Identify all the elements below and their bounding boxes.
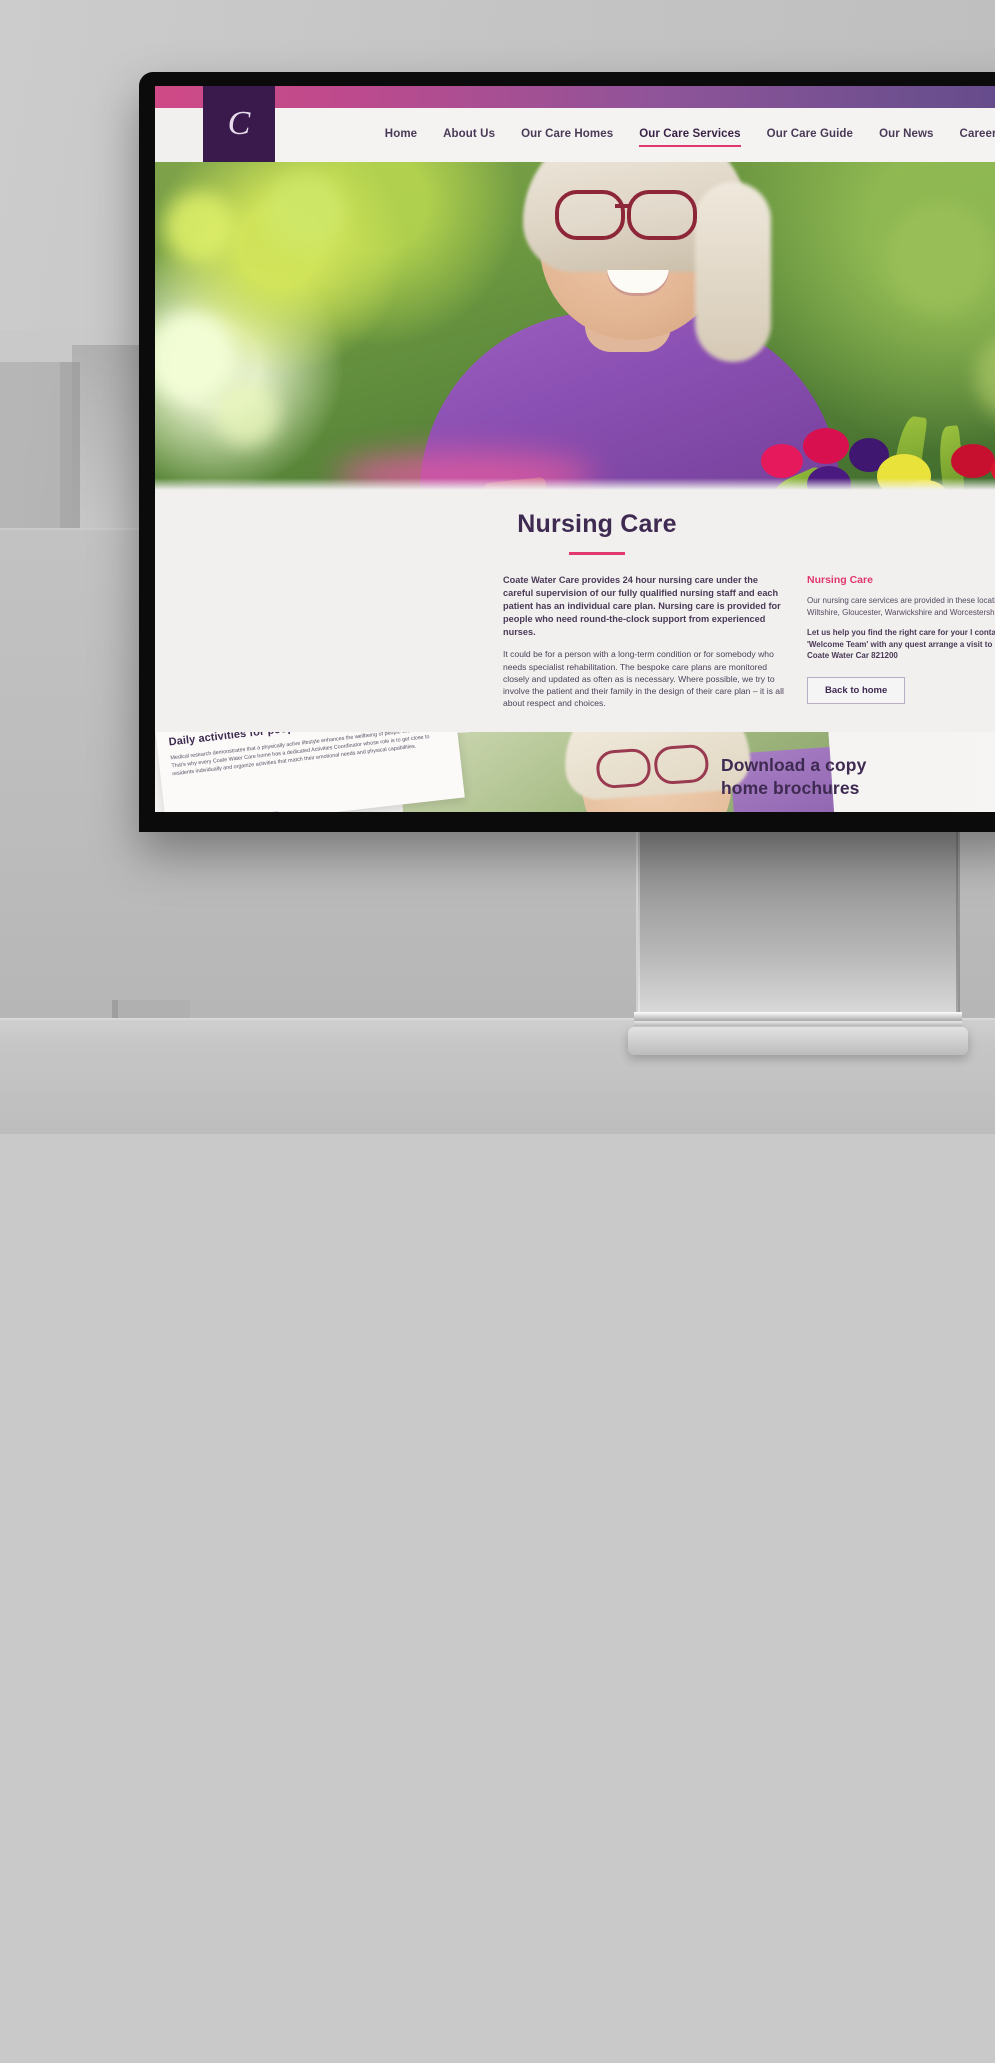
monitor-stand-neck-highlight bbox=[636, 832, 640, 1018]
hero-banner bbox=[155, 162, 995, 490]
brochure-banner[interactable]: H Cre Daily activities for people with d… bbox=[155, 732, 995, 812]
nav-item-about-us[interactable]: About Us bbox=[443, 128, 495, 143]
logo-monogram-icon: C bbox=[227, 105, 251, 142]
intro-paragraph: Coate Water Care provides 24 hour nursin… bbox=[503, 575, 781, 638]
back-to-home-button[interactable]: Back to home bbox=[807, 676, 906, 704]
monitor-stand-base bbox=[628, 1027, 968, 1055]
monitor-screen: C Home About Us Our Care Homes Our Care … bbox=[155, 86, 995, 812]
nav-item-our-care-homes[interactable]: Our Care Homes bbox=[521, 128, 613, 143]
sidebar-help-text: Let us help you find the right care for … bbox=[807, 628, 995, 661]
nav-item-our-care-guide[interactable]: Our Care Guide bbox=[767, 128, 853, 143]
monitor-stand-neck-shadow bbox=[956, 832, 960, 1018]
flower-petal bbox=[761, 444, 803, 478]
glasses-icon bbox=[555, 190, 707, 240]
brand-gradient-bar bbox=[155, 86, 995, 108]
sidebar-panel: Nursing Care Our nursing care services a… bbox=[807, 574, 995, 718]
flower-petal bbox=[951, 444, 995, 478]
brochure-glasses-right-lens bbox=[653, 743, 710, 786]
monitor-stand-neck bbox=[638, 832, 958, 1018]
brochure-cta-line-1: Download a copy bbox=[721, 755, 867, 775]
monitor-stand-lip-lower bbox=[634, 1021, 962, 1026]
bokeh-highlight bbox=[975, 332, 995, 422]
nav-item-our-news[interactable]: Our News bbox=[879, 128, 933, 143]
website-page: C Home About Us Our Care Homes Our Care … bbox=[155, 86, 995, 812]
page-title: Nursing Care bbox=[517, 510, 677, 538]
main-content: Nursing Care Coate Water Care provides 2… bbox=[155, 490, 995, 732]
hero-bottom-fade bbox=[155, 478, 995, 490]
monitor-stand-lip bbox=[634, 1012, 962, 1021]
title-underline-rule bbox=[569, 552, 625, 555]
bokeh-highlight bbox=[155, 312, 235, 402]
content-main-column: Coate Water Care provides 24 hour nursin… bbox=[503, 574, 789, 718]
glasses-left-lens bbox=[555, 190, 625, 240]
nav-item-careers-in-care[interactable]: Careers in Ca bbox=[960, 128, 995, 143]
brochure-footer-item: Wellbeing & therapies bbox=[236, 810, 279, 812]
nav-item-home[interactable]: Home bbox=[385, 128, 417, 143]
brochure-glasses-left-lens bbox=[595, 747, 652, 790]
nav-item-our-care-services[interactable]: Our Care Services bbox=[639, 128, 742, 147]
site-logo[interactable]: C bbox=[203, 86, 275, 162]
brochure-cta-line-2: home brochures bbox=[721, 778, 860, 799]
monitor-mockup: C Home About Us Our Care Homes Our Care … bbox=[139, 72, 995, 832]
bokeh-highlight bbox=[215, 382, 279, 446]
content-columns: Coate Water Care provides 24 hour nursin… bbox=[503, 574, 995, 718]
main-navigation: Home About Us Our Care Homes Our Care Se… bbox=[275, 108, 995, 162]
brochure-cta[interactable]: Download a copy home brochures bbox=[721, 754, 995, 800]
bokeh-highlight bbox=[885, 202, 995, 312]
glasses-right-lens bbox=[627, 190, 697, 240]
bokeh-highlight bbox=[165, 192, 235, 262]
secondary-paragraph: It could be for a person with a long-ter… bbox=[503, 649, 784, 709]
flower-petal bbox=[803, 428, 849, 464]
brochure-primary: Daily activities for people with dementi… bbox=[155, 732, 465, 812]
bokeh-highlight bbox=[265, 172, 345, 252]
brochure-photo-glasses-icon bbox=[595, 743, 715, 790]
sidebar-heading: Nursing Care bbox=[807, 574, 873, 586]
sidebar-locations-text: Our nursing care services are provided i… bbox=[807, 596, 995, 617]
nav-list: Home About Us Our Care Homes Our Care Se… bbox=[385, 128, 995, 147]
hero-image bbox=[155, 162, 995, 490]
